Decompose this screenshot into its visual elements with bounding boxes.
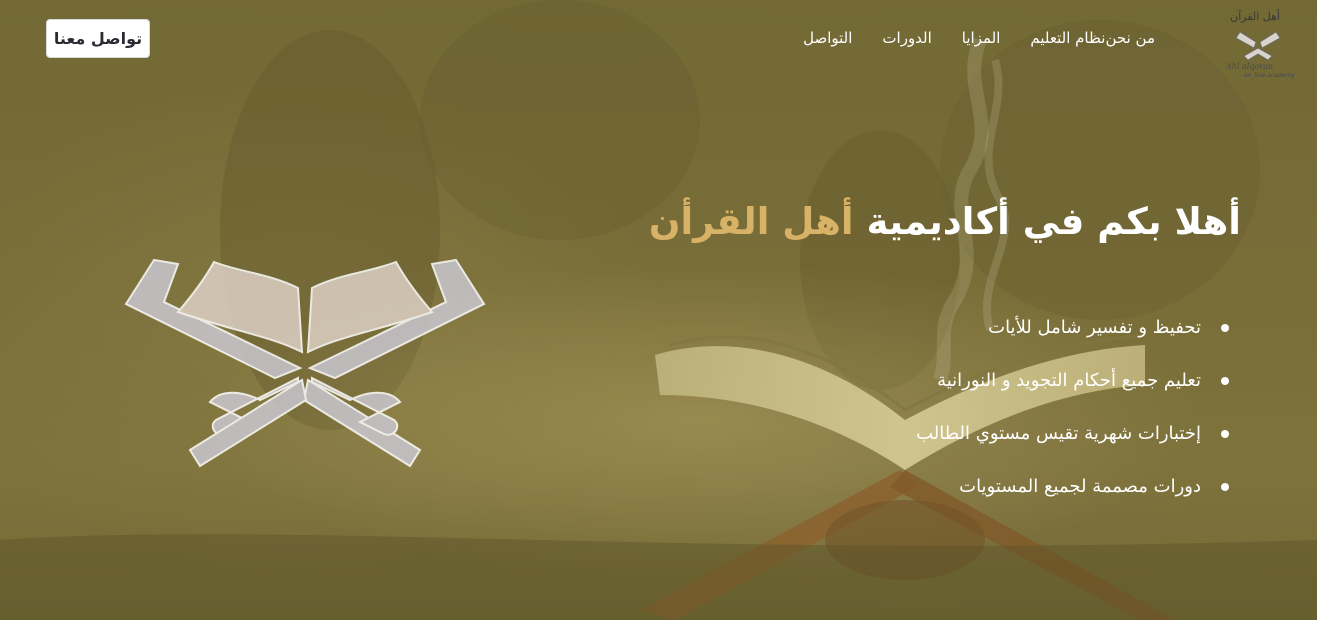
feature-item: تعليم جميع أحكام التجويد و النورانية — [916, 363, 1229, 416]
quran-stand-icon — [124, 258, 486, 468]
feature-text: إختبارات شهرية تقيس مستوي الطالب — [916, 423, 1201, 444]
nav-features[interactable]: المزايا — [962, 29, 1001, 47]
logo-tagline: an_line academy — [1244, 72, 1295, 79]
contact-us-button[interactable]: تواصل معنا — [46, 19, 150, 58]
feature-item: تحفيظ و تفسير شامل للأيات — [916, 310, 1229, 363]
bullet-icon — [1221, 483, 1229, 491]
feature-text: تعليم جميع أحكام التجويد و النورانية — [937, 370, 1201, 391]
nav-contact[interactable]: التواصل — [803, 29, 852, 47]
bullet-icon — [1221, 430, 1229, 438]
headline-main: أهلا بكم في أكاديمية — [853, 200, 1242, 243]
nav-courses[interactable]: الدورات — [882, 29, 931, 47]
feature-item: دورات مصممة لجميع المستويات — [916, 469, 1229, 522]
nav-education-system[interactable]: نظام التعليم — [1030, 29, 1105, 47]
nav-about[interactable]: من نحن — [1106, 29, 1156, 47]
site-logo[interactable]: أهل القرآن Ahl alqoran an_line academy — [1218, 8, 1298, 84]
features-list: تحفيظ و تفسير شامل للأيات تعليم جميع أحك… — [916, 310, 1229, 522]
feature-item: إختبارات شهرية تقيس مستوي الطالب — [916, 416, 1229, 469]
main-nav: من نحن نظام التعليم المزايا الدورات التو… — [773, 29, 1155, 47]
hero-headline: أهلا بكم في أكاديمية أهل القرأن — [649, 200, 1241, 243]
headline-accent: أهل القرأن — [648, 200, 854, 243]
bullet-icon — [1221, 377, 1229, 385]
feature-text: تحفيظ و تفسير شامل للأيات — [988, 317, 1201, 338]
logo-subtitle: Ahl alqoran — [1226, 62, 1274, 71]
feature-text: دورات مصممة لجميع المستويات — [959, 476, 1201, 497]
bullet-icon — [1221, 324, 1229, 332]
